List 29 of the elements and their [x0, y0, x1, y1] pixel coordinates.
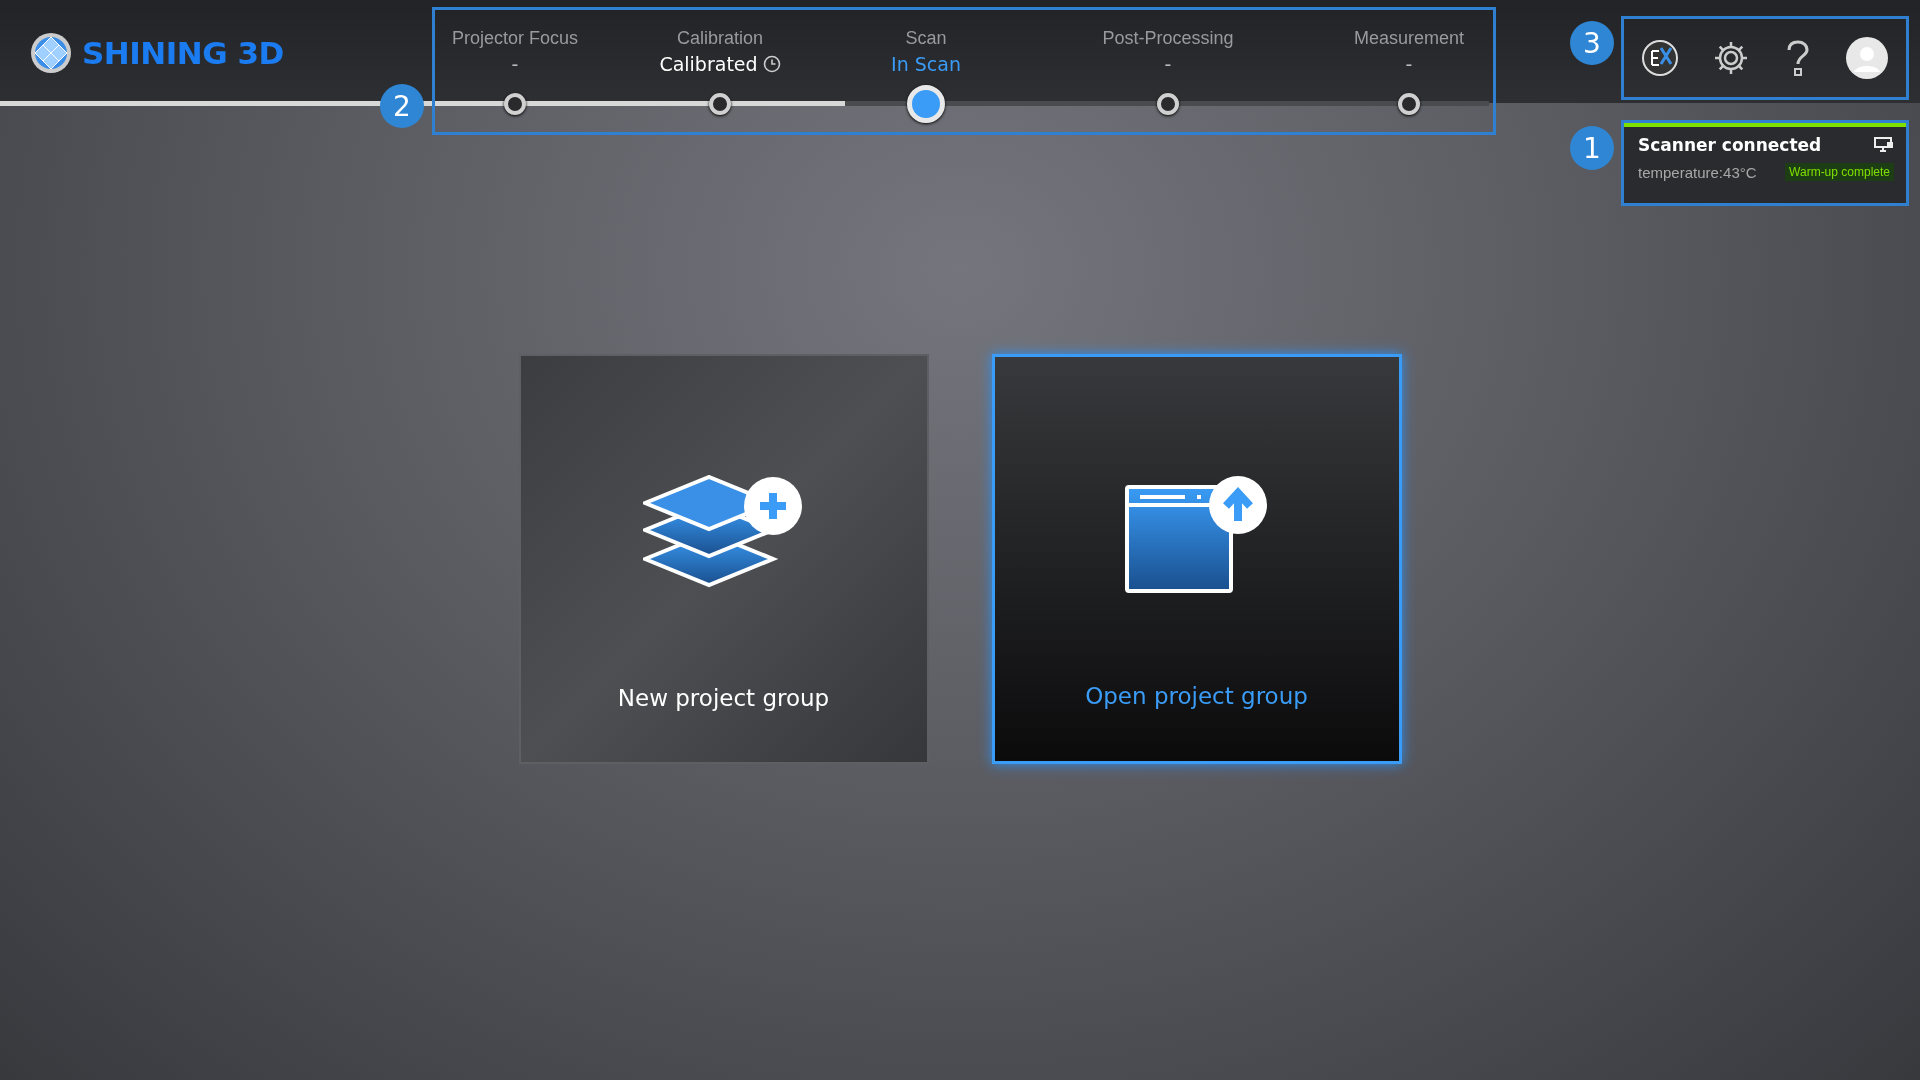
step-node[interactable] — [504, 93, 526, 115]
monitor-icon[interactable] — [1874, 137, 1894, 153]
project-group-card[interactable]: New project group — [518, 354, 929, 764]
callout-marker: 1 — [1570, 126, 1614, 170]
warm-up-badge: Warm-up complete — [1785, 163, 1894, 181]
step-node[interactable] — [907, 85, 945, 123]
step-label: Calibration — [676, 28, 763, 49]
project-group-card[interactable]: Open project group — [991, 354, 1402, 764]
step-status: - — [511, 53, 519, 75]
step-node[interactable] — [709, 93, 731, 115]
status-title: Scanner connected — [1638, 135, 1822, 155]
temperature-text: temperature:43°C — [1638, 163, 1757, 181]
step-label: Post-Processing — [1102, 28, 1234, 49]
brand-name: SHINING 3D — [82, 35, 284, 71]
clock-icon — [762, 55, 781, 73]
ex-model-icon[interactable] — [1640, 39, 1679, 77]
logo-globe-icon — [30, 32, 72, 74]
step-label: Scan — [905, 28, 947, 49]
step-status: - — [1164, 53, 1172, 75]
step-status: - — [1405, 53, 1413, 75]
step-node[interactable] — [1398, 93, 1420, 115]
step-node[interactable] — [1157, 93, 1179, 115]
step-label: Measurement — [1353, 28, 1465, 49]
step-status: In Scan — [891, 53, 961, 75]
step-status: Calibrated — [659, 53, 758, 75]
user-avatar-icon[interactable] — [1845, 36, 1890, 80]
window-upload-icon — [1124, 475, 1269, 593]
step-label: Projector Focus — [451, 28, 578, 49]
callout-marker: 2 — [380, 84, 424, 128]
